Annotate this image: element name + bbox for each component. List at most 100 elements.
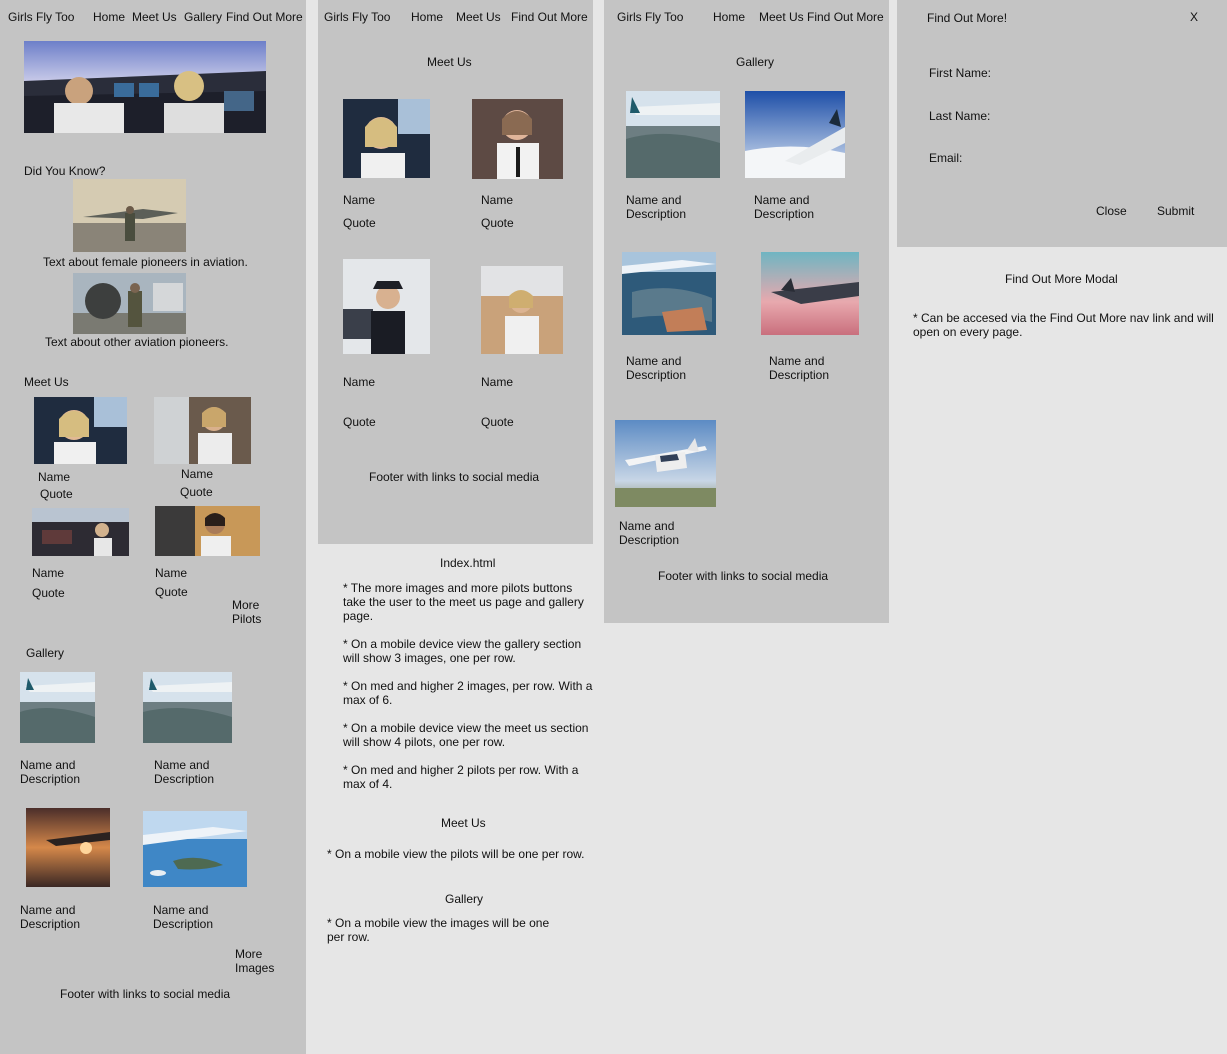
meet-us-note: * On a mobile view the pilots will be on… <box>327 847 585 861</box>
index-pilot-4-quote: Quote <box>155 585 188 599</box>
nav-home-link[interactable]: Home <box>713 10 745 24</box>
gallery-page-5-caption-line1: Name and <box>619 519 675 533</box>
last-name-label: Last Name: <box>929 109 991 123</box>
gallery-page-2-caption-line1: Name and <box>754 193 810 207</box>
more-pilots-label-line1: More <box>232 598 260 612</box>
nav-brand[interactable]: Girls Fly Too <box>324 10 390 24</box>
index-gallery-1-caption-line1: Name and <box>20 758 76 772</box>
gallery-page-image-2 <box>745 91 845 178</box>
gallery-page-4-caption-line1: Name and <box>769 354 825 368</box>
gallery-image-sunset-wing <box>26 808 110 887</box>
nav-home-link[interactable]: Home <box>411 10 443 24</box>
first-name-field[interactable] <box>997 62 1197 82</box>
find-out-more-modal: Find Out More! X First Name: Last Name: … <box>897 0 1227 247</box>
meet-pilot-photo-4 <box>481 266 563 354</box>
meet-us-page-panel: Girls Fly Too Home Meet Us Find Out More… <box>318 0 593 544</box>
index-notes-title: Index.html <box>440 556 496 570</box>
meet-pilot-4-quote: Quote <box>481 415 514 429</box>
nav-gallery-link[interactable]: Gallery <box>184 10 222 24</box>
email-label: Email: <box>929 151 963 165</box>
gallery-page-1-caption-line1: Name and <box>626 193 682 207</box>
meet-us-page-heading: Meet Us <box>427 55 472 69</box>
index-note-2: * On a mobile device view the gallery se… <box>343 637 582 665</box>
index-footer[interactable]: Footer with links to social media <box>60 987 230 1001</box>
nav-brand[interactable]: Girls Fly Too <box>8 10 74 24</box>
index-pilot-3-name: Name <box>32 566 65 580</box>
nav-find-out-more-link[interactable]: Find Out More <box>511 10 588 24</box>
last-name-field[interactable] <box>997 105 1197 125</box>
modal-notes-title: Find Out More Modal <box>1005 272 1118 286</box>
did-you-know-heading: Did You Know? <box>24 164 106 178</box>
modal-close-button[interactable]: Close <box>1096 204 1127 218</box>
index-gallery-3-caption-line2: Description <box>20 917 81 931</box>
gallery-note: * On a mobile view the images will be on… <box>327 916 550 944</box>
nav-home-link[interactable]: Home <box>93 10 125 24</box>
nav-brand[interactable]: Girls Fly Too <box>617 10 683 24</box>
index-gallery-1-caption-line2: Description <box>20 772 81 786</box>
index-gallery-2-caption-line1: Name and <box>154 758 210 772</box>
meet-us-section-heading: Meet Us <box>24 375 69 389</box>
gallery-page-5-caption-line2: Description <box>619 533 680 547</box>
pilot-photo-3 <box>32 508 129 556</box>
index-pilot-4-name: Name <box>155 566 188 580</box>
gallery-page-image-3 <box>622 252 716 335</box>
index-note-4: * On a mobile device view the meet us se… <box>343 721 589 749</box>
modal-title: Find Out More! <box>927 11 1008 25</box>
female-pioneer-jet-image <box>73 179 186 252</box>
index-gallery-2-caption-line2: Description <box>154 772 215 786</box>
pilot-photo-4 <box>155 506 260 556</box>
index-note-5: * On med and higher 2 pilots per row. Wi… <box>343 763 579 791</box>
gallery-page-panel: Girls Fly Too Home Meet Us Find Out More… <box>604 0 889 623</box>
gallery-page-4-caption-line2: Description <box>769 368 830 382</box>
more-images-label-line1: More <box>235 947 263 961</box>
meet-pilot-3-name: Name <box>343 375 376 389</box>
modal-note: * Can be accesed via the Find Out More n… <box>913 311 1214 339</box>
index-pilot-3-quote: Quote <box>32 586 65 600</box>
index-note-1: * The more images and more pilots button… <box>343 581 584 623</box>
pilot-photo-2 <box>154 397 251 464</box>
index-page-panel: Girls Fly Too Home Meet Us Gallery Find … <box>0 0 306 1054</box>
nav-meet-us-link[interactable]: Meet Us <box>456 10 501 24</box>
gallery-page-2-caption-line2: Description <box>754 207 815 221</box>
female-pioneers-text: Text about female pioneers in aviation. <box>43 255 248 269</box>
pilot-photo-1 <box>34 397 127 464</box>
meet-us-footer[interactable]: Footer with links to social media <box>369 470 539 484</box>
hero-cockpit-image <box>24 41 266 133</box>
meet-pilot-3-quote: Quote <box>343 415 376 429</box>
gallery-page-image-1 <box>626 91 720 178</box>
gallery-page-image-5 <box>615 420 716 507</box>
more-images-label-line2: Images <box>235 961 275 975</box>
meet-us-notes-title: Meet Us <box>441 816 486 830</box>
meet-pilot-2-name: Name <box>481 193 514 207</box>
index-gallery-4-caption-line2: Description <box>153 917 214 931</box>
meet-pilot-1-name: Name <box>343 193 376 207</box>
modal-close-x-button[interactable]: X <box>1190 10 1198 24</box>
meet-pilot-photo-1 <box>343 99 430 178</box>
gallery-page-heading: Gallery <box>736 55 775 69</box>
index-pilot-1-quote: Quote <box>40 487 73 501</box>
other-pioneers-text: Text about other aviation pioneers. <box>45 335 229 349</box>
index-pilot-2-quote: Quote <box>180 485 213 499</box>
gallery-notes-title: Gallery <box>445 892 484 906</box>
meet-pilot-photo-3 <box>343 259 430 354</box>
modal-submit-button[interactable]: Submit <box>1157 204 1194 218</box>
nav-meet-us-find-out-more-link[interactable]: Meet Us Find Out More <box>759 10 884 24</box>
gallery-page-footer[interactable]: Footer with links to social media <box>658 569 828 583</box>
gallery-page-1-caption-line2: Description <box>626 207 687 221</box>
gallery-page-3-caption-line2: Description <box>626 368 687 382</box>
nav-find-out-more-link[interactable]: Find Out More <box>226 10 303 24</box>
gallery-image-island-wing <box>143 811 247 887</box>
gallery-image-wing-1 <box>20 672 95 743</box>
index-gallery-3-caption-line1: Name and <box>20 903 76 917</box>
email-field[interactable] <box>977 147 1197 167</box>
more-pilots-label-line2: Pilots <box>232 612 262 626</box>
nav-meet-us-link[interactable]: Meet Us <box>132 10 177 24</box>
first-name-label: First Name: <box>929 66 992 80</box>
index-gallery-4-caption-line1: Name and <box>153 903 209 917</box>
meet-pilot-photo-2 <box>472 99 563 179</box>
aviation-pioneer-image <box>73 273 186 334</box>
index-pilot-1-name: Name <box>38 470 71 484</box>
index-pilot-2-name: Name <box>181 467 214 481</box>
meet-pilot-2-quote: Quote <box>481 216 514 230</box>
gallery-section-heading: Gallery <box>26 646 65 660</box>
